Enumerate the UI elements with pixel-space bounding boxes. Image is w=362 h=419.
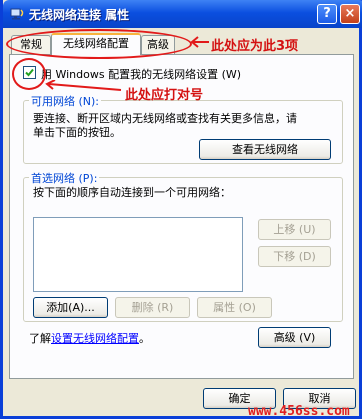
remove-button[interactable]: 删除 (R) bbox=[115, 297, 190, 318]
tab-wireless-config[interactable]: 无线网络配置 bbox=[51, 33, 141, 55]
title-bar[interactable]: 无线网络连接 属性 ? × bbox=[3, 0, 362, 28]
checkbox-arrow-icon bbox=[45, 80, 122, 91]
checkbox-annotation: 此处应打对号 bbox=[125, 88, 204, 103]
learn-more-link[interactable]: 设置无线网络配置 bbox=[51, 332, 139, 345]
available-description-line2: 单击下面的按钮。 bbox=[33, 126, 121, 139]
network-icon bbox=[10, 8, 24, 20]
window-title: 无线网络连接 属性 bbox=[29, 8, 130, 22]
tabs-arrow-icon bbox=[190, 36, 209, 48]
move-up-button[interactable]: 上移 (U) bbox=[258, 219, 331, 240]
learn-prefix: 了解 bbox=[29, 332, 51, 345]
add-button[interactable]: 添加(A)... bbox=[33, 297, 108, 318]
properties-dialog: 无线网络连接 属性 ? × 常规 无线网络配置 高级 用 Windows 配置我… bbox=[0, 0, 362, 419]
learn-more-text: 了解设置无线网络配置。 bbox=[29, 330, 150, 346]
properties-button[interactable]: 属性 (O) bbox=[197, 297, 272, 318]
close-button[interactable]: × bbox=[340, 4, 360, 24]
preferred-description: 按下面的顺序自动连接到一个可用网络： bbox=[33, 186, 231, 199]
watermark: www.456ss.com bbox=[248, 404, 350, 419]
checkbox-highlight-ellipse bbox=[12, 58, 46, 90]
advanced-button[interactable]: 高级 (V) bbox=[258, 327, 331, 348]
move-down-button[interactable]: 下移 (D) bbox=[258, 246, 331, 267]
view-wireless-networks-button[interactable]: 查看无线网络 bbox=[199, 139, 331, 160]
learn-suffix: 。 bbox=[139, 332, 150, 345]
help-button[interactable]: ? bbox=[317, 4, 337, 24]
tabs-annotation: 此处应为此3项 bbox=[211, 39, 299, 54]
preferred-networks-list[interactable] bbox=[33, 217, 243, 292]
